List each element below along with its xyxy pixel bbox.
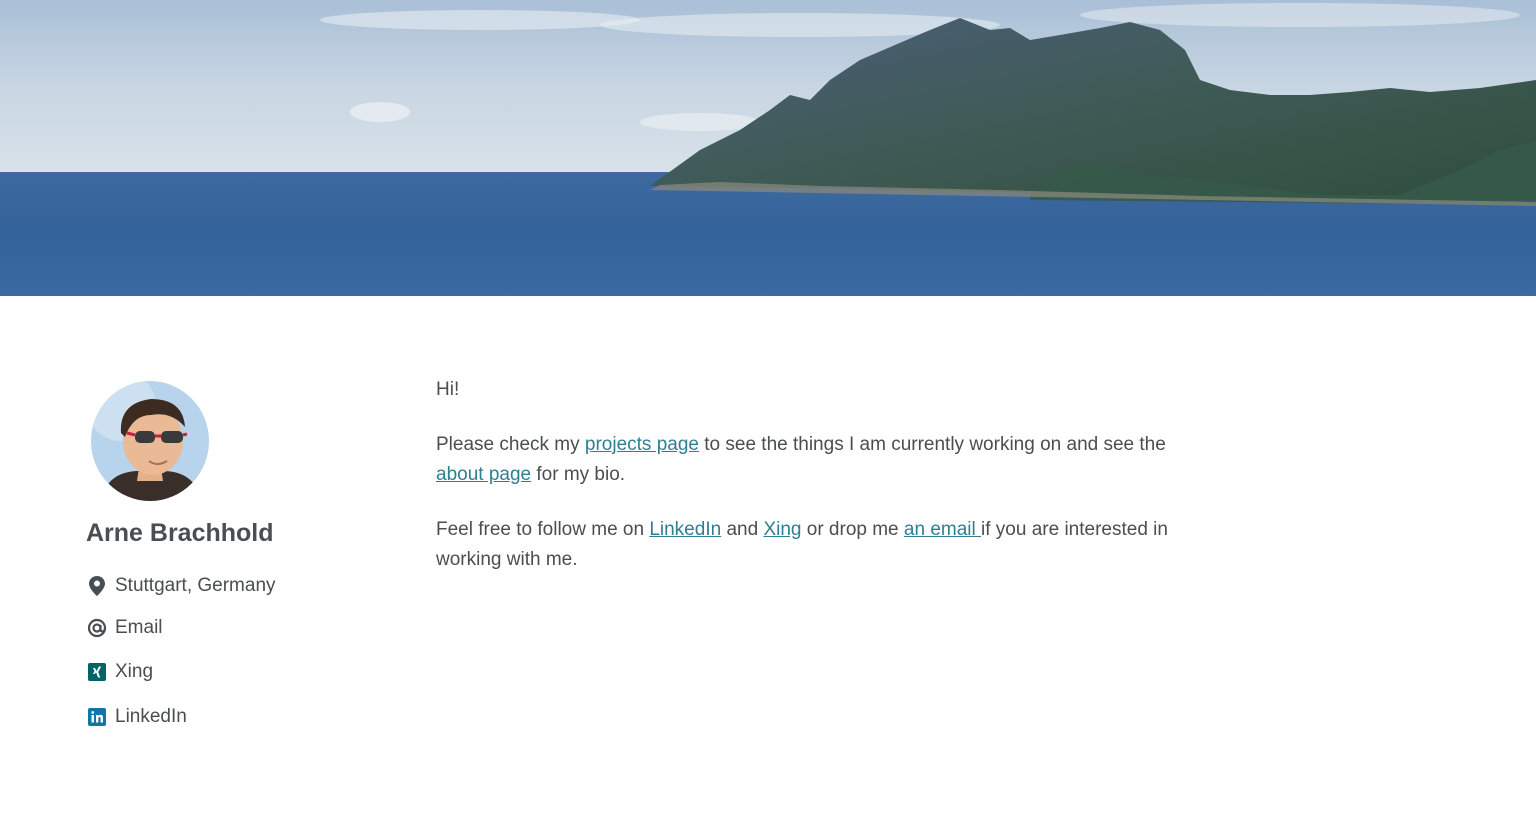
xing-icon	[86, 661, 108, 683]
map-marker-icon	[86, 575, 108, 597]
intro-paragraph-contact: Feel free to follow me on LinkedIn and X…	[436, 515, 1196, 575]
text-before-linkedin: Feel free to follow me on	[436, 519, 650, 540]
avatar	[91, 381, 209, 501]
author-linkedin-link[interactable]: LinkedIn	[86, 705, 187, 729]
avatar-photo	[91, 381, 209, 501]
author-xing-link[interactable]: Xing	[86, 660, 153, 684]
header-banner-image	[0, 0, 1536, 296]
text-and: and	[721, 519, 764, 540]
text-drop-me: or drop me	[801, 519, 904, 540]
author-location-label: Stuttgart, Germany	[115, 575, 276, 596]
text-after-about: for my bio.	[531, 464, 626, 485]
author-email-label: Email	[115, 617, 163, 638]
about-page-link[interactable]: about page	[436, 464, 531, 485]
email-link[interactable]: an email	[904, 519, 981, 540]
author-email-link[interactable]: Email	[86, 616, 163, 640]
author-name: Arne Brachhold	[86, 519, 274, 547]
xing-link[interactable]: Xing	[763, 519, 801, 540]
text-before-projects: Please check my	[436, 434, 585, 455]
linkedin-link[interactable]: LinkedIn	[649, 519, 721, 540]
at-sign-icon	[86, 617, 108, 639]
main-content: Hi! Please check my projects page to see…	[436, 375, 1196, 575]
greeting-paragraph: Hi!	[436, 379, 460, 400]
linkedin-icon	[86, 706, 108, 728]
projects-page-link[interactable]: projects page	[585, 434, 699, 455]
intro-paragraph-pages: Please check my projects page to see the…	[436, 430, 1196, 490]
author-linkedin-label: LinkedIn	[115, 706, 187, 727]
landscape-sea-mountain	[0, 0, 1536, 296]
text-middle-pages: to see the things I am currently working…	[698, 434, 1166, 455]
author-xing-label: Xing	[115, 661, 154, 682]
author-location: Stuttgart, Germany	[86, 574, 276, 598]
